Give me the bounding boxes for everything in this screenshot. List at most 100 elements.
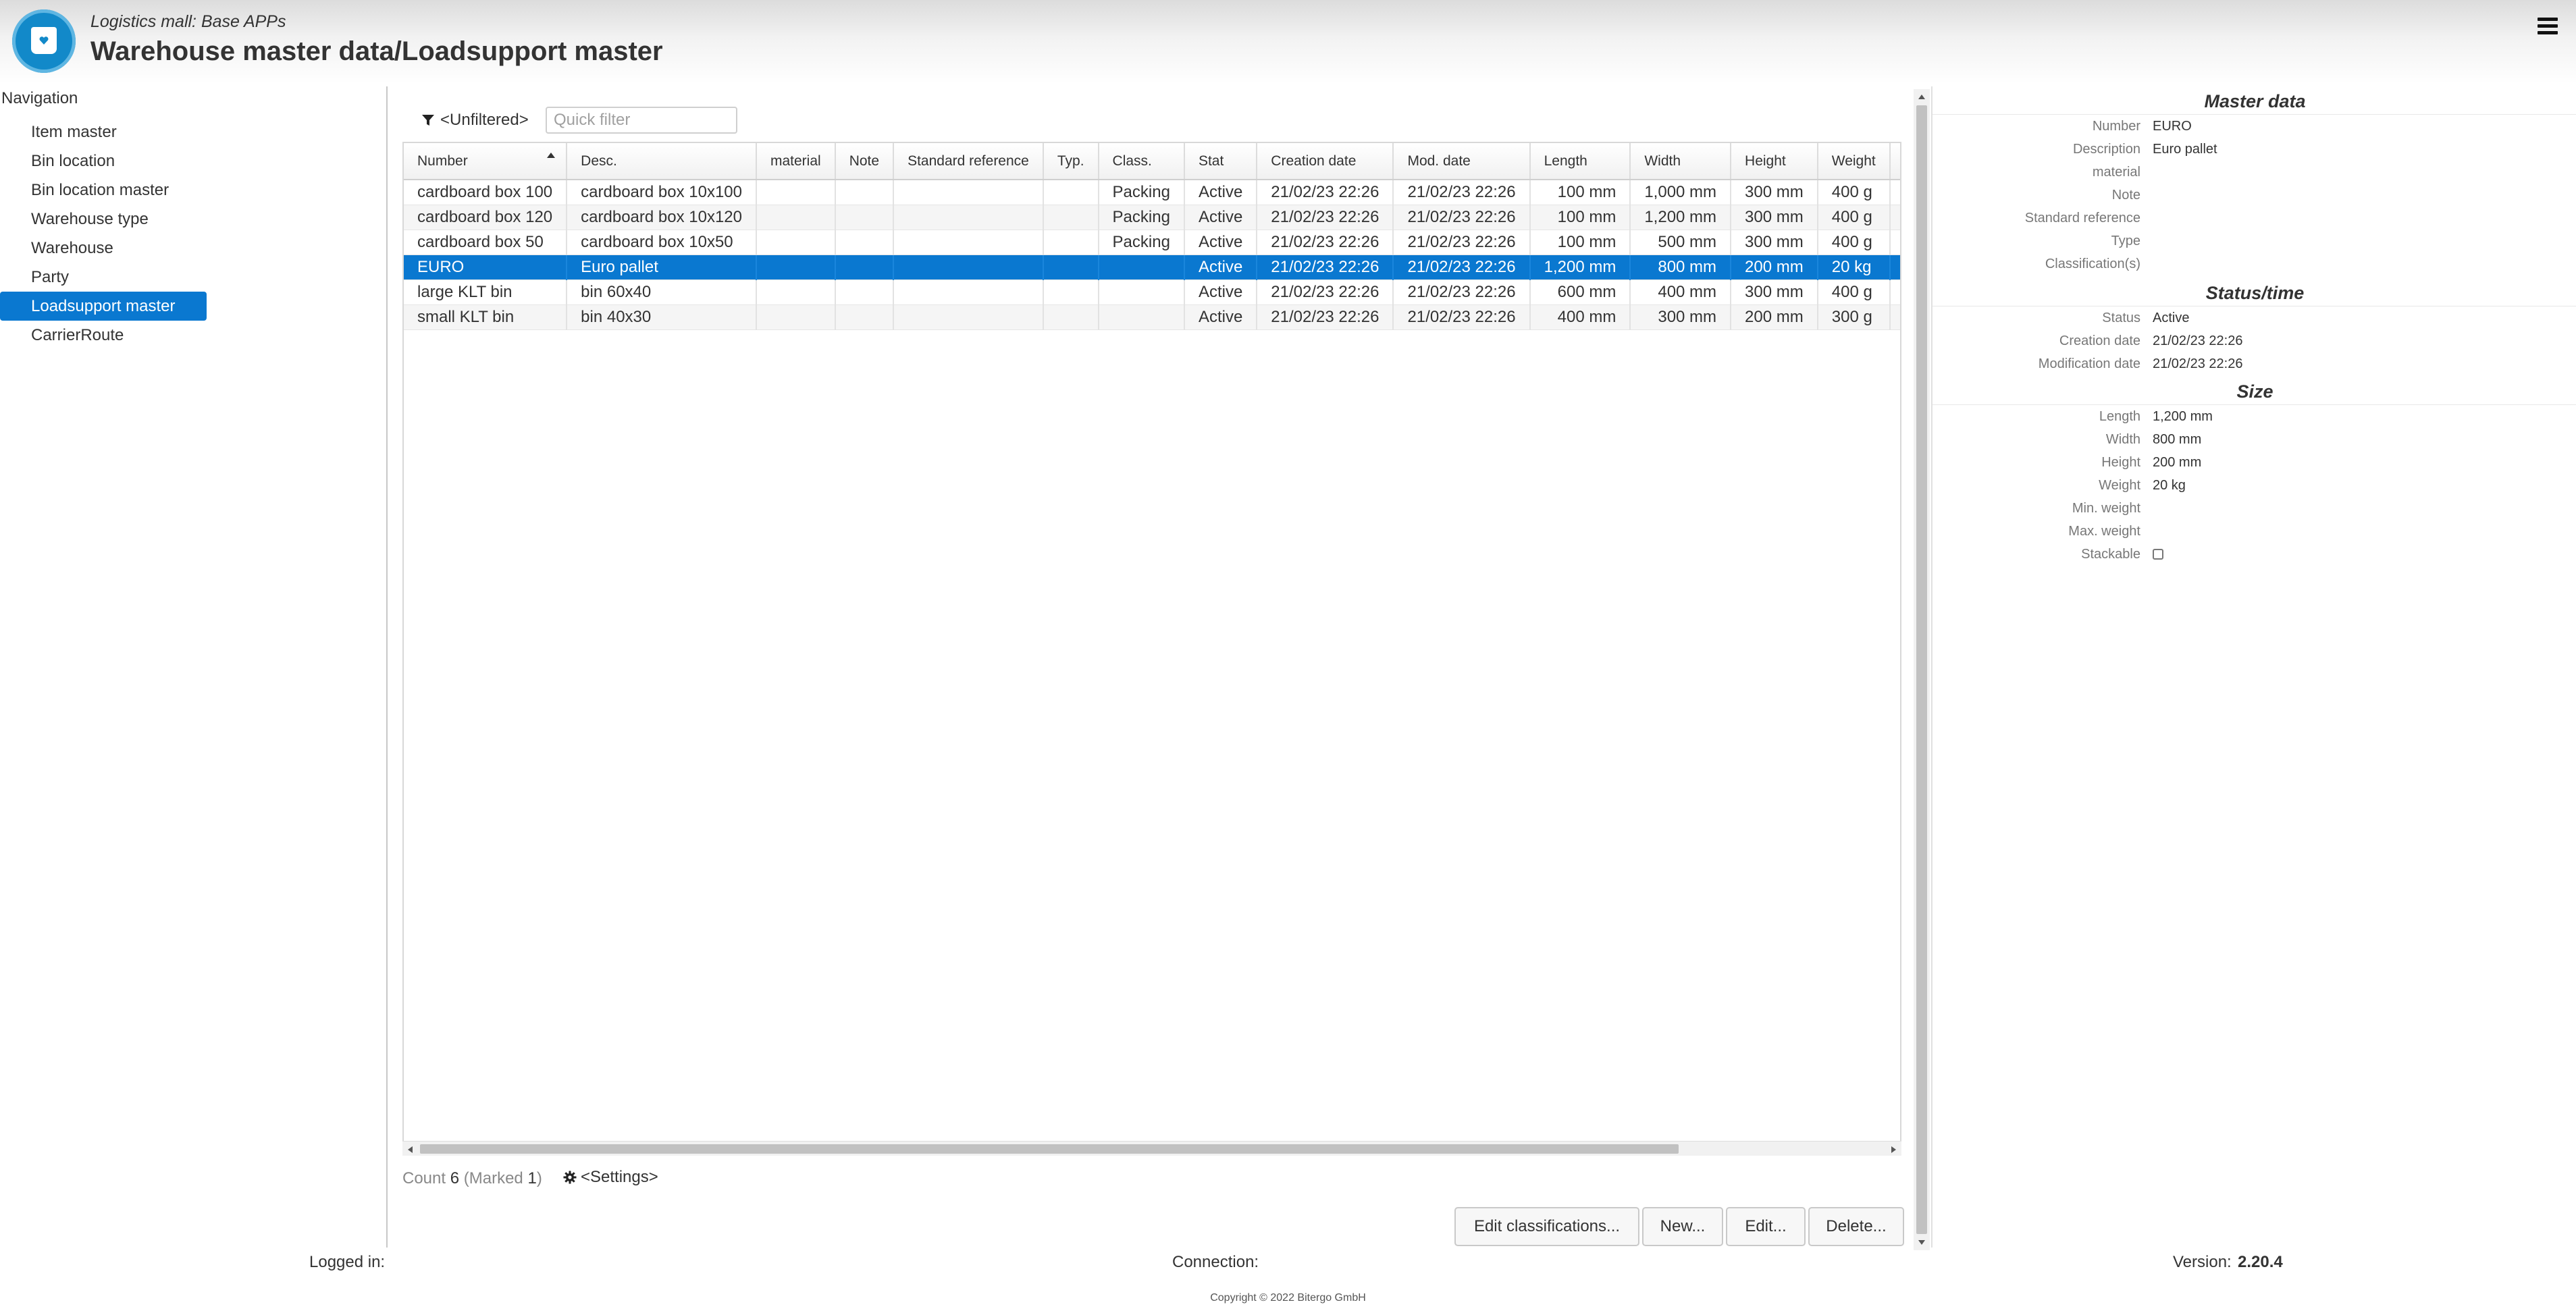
column-header-creation-date[interactable]: Creation date: [1257, 143, 1394, 180]
detail-row-max-weight: Max. weight: [1933, 520, 2576, 543]
cell-m: [1889, 304, 1900, 330]
column-header-number[interactable]: Number: [404, 143, 568, 180]
table-row[interactable]: cardboard box 120 cardboard box 10x120 Pac…: [404, 205, 1900, 230]
cell-weight: 400 g: [1817, 279, 1891, 305]
nav-item-bin-location-master[interactable]: Bin location master: [0, 176, 207, 205]
cell-material: [756, 254, 836, 280]
cell-modified: 21/02/23 22:26: [1393, 205, 1531, 230]
detail-label-number: Number: [2092, 119, 2140, 134]
column-header-label: material: [770, 153, 821, 169]
column-header-label: Width: [1644, 153, 1681, 169]
detail-value-status: Active: [2153, 311, 2190, 325]
navigation-sidebar: Navigation Item master Bin location Bin lo…: [0, 86, 388, 1248]
detail-value-creation-date: 21/02/23 22:26: [2153, 333, 2243, 348]
filter-selector[interactable]: <Unfiltered>: [440, 111, 529, 130]
nav-item-bin-location[interactable]: Bin location: [0, 146, 207, 176]
nav-item-warehouse-type[interactable]: Warehouse type: [0, 205, 207, 234]
cell-length: 100 mm: [1529, 230, 1631, 255]
cell-m: [1889, 279, 1900, 305]
detail-label-stackable: Stackable: [2081, 547, 2140, 562]
logged-in-label: Logged in:: [309, 1253, 386, 1271]
settings-label: <Settings>: [581, 1168, 658, 1186]
settings-link[interactable]: <Settings>: [563, 1168, 658, 1187]
horizontal-scroll-thumb[interactable]: [420, 1144, 1679, 1154]
column-header-label: Typ.: [1057, 153, 1084, 169]
column-header-mod-date[interactable]: Mod. date: [1393, 143, 1531, 180]
cell-modified: 21/02/23 22:26: [1393, 254, 1531, 280]
cell-m: [1889, 230, 1900, 255]
filter-icon[interactable]: [421, 113, 435, 127]
table-row[interactable]: large KLT bin bin 60x40 Active 21/02/23 22:…: [404, 279, 1900, 305]
table-row[interactable]: cardboard box 50 cardboard box 10x50 Packi…: [404, 230, 1900, 255]
column-header-m[interactable]: M: [1889, 143, 1900, 180]
table-row[interactable]: EURO Euro pallet Active 21/02/23 22:26 21/02…: [404, 254, 1900, 280]
column-header-class[interactable]: Class.: [1098, 143, 1185, 180]
hamburger-menu-icon[interactable]: [2538, 18, 2558, 39]
cell-note: [835, 279, 895, 305]
nav-item-carrierroute[interactable]: CarrierRoute: [0, 321, 207, 350]
column-header-material[interactable]: material: [756, 143, 836, 180]
column-header-length[interactable]: Length: [1529, 143, 1631, 180]
column-header-width[interactable]: Width: [1630, 143, 1732, 180]
column-header-weight[interactable]: Weight: [1817, 143, 1891, 180]
edit-classifications-button[interactable]: Edit classifications...: [1454, 1207, 1639, 1246]
nav-item-party[interactable]: Party: [0, 263, 207, 292]
cell-number: cardboard box 50: [404, 230, 568, 255]
nav-item-warehouse[interactable]: Warehouse: [0, 234, 207, 263]
table-row[interactable]: cardboard box 100 cardboard box 10x100 Pac…: [404, 180, 1900, 205]
app-logo-icon[interactable]: [12, 9, 76, 73]
detail-label-note: Note: [2111, 188, 2140, 203]
cell-stdref: [893, 205, 1044, 230]
stackable-checkbox[interactable]: [2153, 549, 2163, 560]
column-header-label: Class.: [1112, 153, 1152, 169]
cell-m: [1889, 205, 1900, 230]
cell-modified: 21/02/23 22:26: [1393, 304, 1531, 330]
nav-item-item-master[interactable]: Item master: [0, 117, 207, 146]
column-header-label: Height: [1745, 153, 1786, 169]
delete-button[interactable]: Delete...: [1808, 1207, 1904, 1246]
scroll-up-arrow-icon[interactable]: [1918, 95, 1925, 99]
column-header-typ[interactable]: Typ.: [1043, 143, 1099, 180]
cell-weight: 20 kg: [1817, 254, 1891, 280]
detail-label-type: Type: [2111, 234, 2140, 248]
cell-material: [756, 205, 836, 230]
new-button[interactable]: New...: [1642, 1207, 1723, 1246]
scroll-down-arrow-icon[interactable]: [1918, 1240, 1925, 1245]
marked-value: 1: [527, 1169, 537, 1187]
cell-width: 800 mm: [1630, 254, 1732, 280]
vertical-scroll-thumb[interactable]: [1916, 105, 1927, 1234]
cell-width: 300 mm: [1630, 304, 1732, 330]
cell-stdref: [893, 279, 1044, 305]
horizontal-scrollbar[interactable]: [402, 1141, 1901, 1156]
column-header-note[interactable]: Note: [835, 143, 895, 180]
nav-item-loadsupport-master[interactable]: Loadsupport master: [0, 292, 207, 321]
cell-modified: 21/02/23 22:26: [1393, 230, 1531, 255]
cell-number: small KLT bin: [404, 304, 568, 330]
vertical-scrollbar[interactable]: [1914, 89, 1930, 1250]
cell-number: cardboard box 120: [404, 205, 568, 230]
detail-value-length: 1,200 mm: [2153, 409, 2213, 424]
cell-weight: 400 g: [1817, 230, 1891, 255]
column-header-stat[interactable]: Stat: [1184, 143, 1258, 180]
column-header-desc[interactable]: Desc.: [567, 143, 757, 180]
cell-m: [1889, 254, 1900, 280]
column-header-standard-reference[interactable]: Standard reference: [893, 143, 1044, 180]
cell-note: [835, 304, 895, 330]
detail-label-modification-date: Modification date: [2038, 356, 2140, 371]
cell-weight: 400 g: [1817, 180, 1891, 205]
cell-typ: [1043, 279, 1099, 305]
detail-row-creation-date: Creation date 21/02/23 22:26: [1933, 329, 2576, 352]
marked-label: (Marked: [463, 1169, 523, 1187]
column-header-height[interactable]: Height: [1731, 143, 1818, 180]
detail-label-max-weight: Max. weight: [2068, 524, 2140, 539]
table-row[interactable]: small KLT bin bin 40x30 Active 21/02/23 22:…: [404, 304, 1900, 330]
scroll-left-arrow-icon[interactable]: [408, 1146, 413, 1153]
edit-button[interactable]: Edit...: [1726, 1207, 1806, 1246]
cell-note: [835, 254, 895, 280]
scroll-right-arrow-icon[interactable]: [1891, 1146, 1896, 1153]
cell-created: 21/02/23 22:26: [1257, 279, 1394, 305]
quick-filter-input[interactable]: [546, 107, 737, 134]
cell-typ: [1043, 180, 1099, 205]
column-header-label: Note: [849, 153, 880, 169]
count-label: Count: [402, 1169, 446, 1187]
